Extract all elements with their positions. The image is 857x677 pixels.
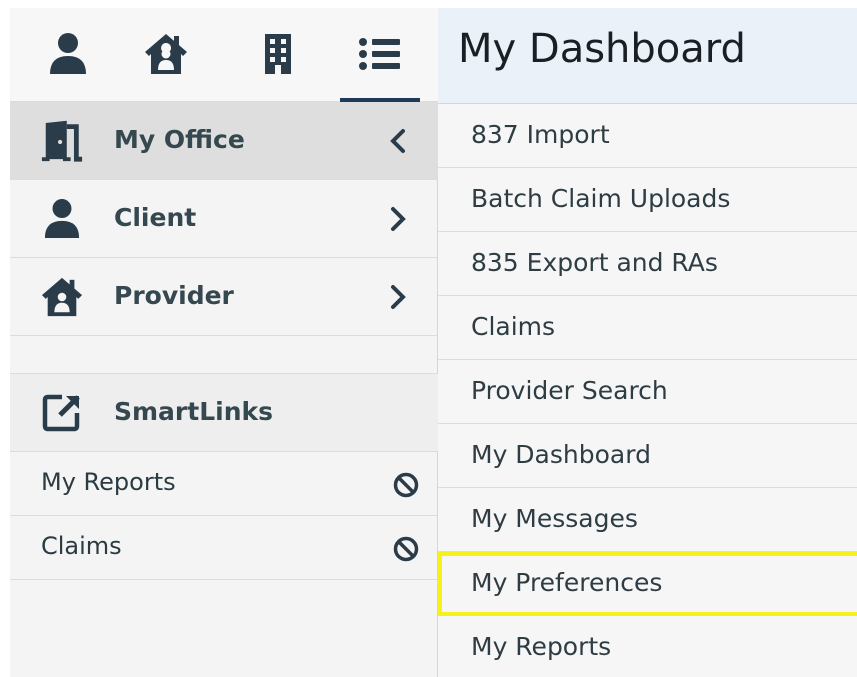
sidebar-item-my-office[interactable]: My Office <box>10 102 438 180</box>
sidebar-item-label: Client <box>114 203 197 232</box>
home-icon <box>145 34 187 74</box>
submenu-panel: My Dashboard 837 Import Batch Claim Uplo… <box>438 8 857 677</box>
home-icon <box>40 275 84 319</box>
smartlink-claims[interactable]: Claims <box>10 516 438 580</box>
menu-item-label: My Dashboard <box>471 440 651 469</box>
door-icon <box>40 119 84 163</box>
menu-item-label: Provider Search <box>471 376 668 405</box>
menu-item-my-reports[interactable]: My Reports <box>438 616 857 677</box>
ban-icon[interactable] <box>392 471 420 499</box>
smartlink-label: My Reports <box>41 468 176 496</box>
app-window: My Office Client Provider SmartLinks My … <box>0 0 857 677</box>
sidebar-smartlinks-header[interactable]: SmartLinks <box>10 374 438 452</box>
menu-item-label: Claims <box>471 312 556 341</box>
building-icon <box>265 34 291 74</box>
sidebar-item-provider[interactable]: Provider <box>10 258 438 336</box>
menu-item-my-messages[interactable]: My Messages <box>438 488 857 552</box>
menu-item-provider-search[interactable]: Provider Search <box>438 360 857 424</box>
menu-item-label: Batch Claim Uploads <box>471 184 731 213</box>
menu-item-my-preferences[interactable]: My Preferences <box>438 552 857 616</box>
tab-organization-icon[interactable] <box>250 24 306 84</box>
smartlink-my-reports[interactable]: My Reports <box>10 452 438 516</box>
tab-client-icon[interactable] <box>40 24 96 84</box>
sidebar: My Office Client Provider SmartLinks My … <box>10 8 438 677</box>
chevron-right-icon[interactable] <box>388 206 408 232</box>
tab-provider-icon[interactable] <box>138 24 194 84</box>
person-icon <box>50 33 86 74</box>
ban-icon[interactable] <box>392 535 420 563</box>
menu-item-label: My Messages <box>471 504 638 533</box>
smartlink-label: Claims <box>41 532 122 560</box>
sidebar-item-client[interactable]: Client <box>10 180 438 258</box>
chevron-right-icon[interactable] <box>388 284 408 310</box>
page-title: My Dashboard <box>458 26 746 72</box>
sidebar-item-label: My Office <box>114 125 245 154</box>
menu-item-batch-claim-uploads[interactable]: Batch Claim Uploads <box>438 168 857 232</box>
menu-item-label: 835 Export and RAs <box>471 248 718 277</box>
menu-item-my-dashboard[interactable]: My Dashboard <box>438 424 857 488</box>
tab-menu-icon[interactable] <box>340 24 420 102</box>
smartlinks-label: SmartLinks <box>114 397 274 426</box>
chevron-left-icon[interactable] <box>388 128 408 154</box>
menu-item-835-export[interactable]: 835 Export and RAs <box>438 232 857 296</box>
menu-item-label: 837 Import <box>471 120 610 149</box>
external-link-icon <box>40 391 84 435</box>
menu-item-claims[interactable]: Claims <box>438 296 857 360</box>
menu-item-label: My Reports <box>471 632 612 661</box>
person-icon <box>40 197 84 241</box>
menu-item-837-import[interactable]: 837 Import <box>438 104 857 168</box>
sidebar-item-label: Provider <box>114 281 234 310</box>
panel-header: My Dashboard <box>438 8 857 104</box>
list-icon <box>359 38 400 70</box>
icon-tab-bar <box>10 8 438 102</box>
menu-item-label: My Preferences <box>471 568 663 597</box>
sidebar-spacer <box>10 336 438 374</box>
